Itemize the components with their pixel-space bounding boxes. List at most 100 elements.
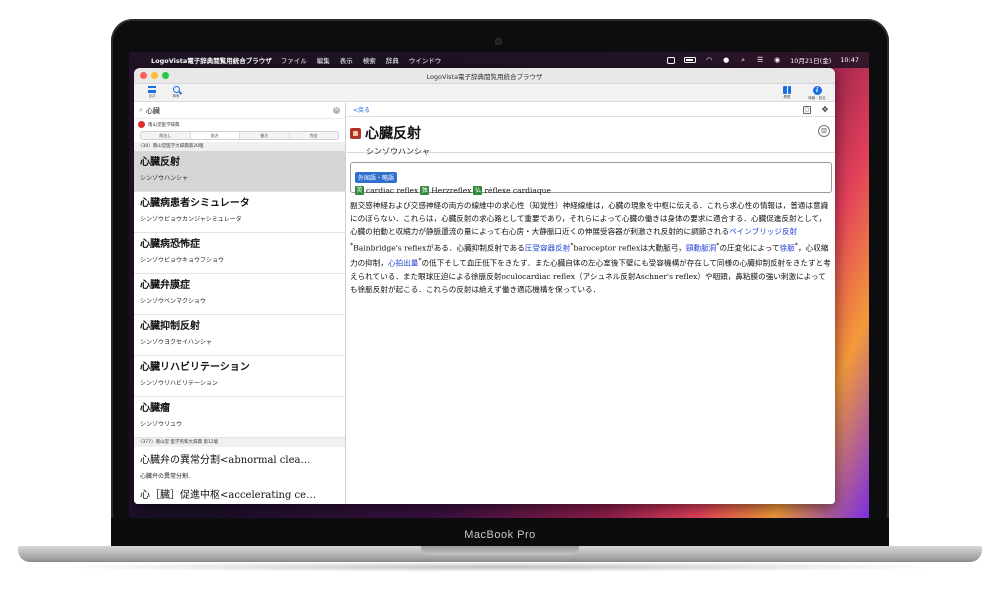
menu-window[interactable]: ウインドウ <box>409 55 442 65</box>
result-reading: シンゾウビョウキョウフショウ <box>140 257 225 264</box>
app-status-icon[interactable] <box>667 56 676 64</box>
result-reading: シンゾウリハビリテーション <box>140 380 218 387</box>
list-icon <box>148 86 156 93</box>
definition-latin: baroceptor reflex <box>573 243 641 253</box>
definition-text: は大動脈弓， <box>640 243 686 253</box>
link-baroreceptor-reflex[interactable]: 圧受容器反射 <box>525 243 571 252</box>
match-mode-tabs: 前出し 前方 後方 完全 <box>140 131 339 140</box>
tab-prefix[interactable]: 前出し <box>141 132 191 139</box>
list-item[interactable]: 心臓反射 シンゾウハンシャ <box>134 151 345 192</box>
menubar-time[interactable]: 10:47 <box>840 56 859 64</box>
bookmark-icon[interactable]: ▢ <box>803 105 811 114</box>
definition-text: がある．心臓抑制反射である <box>426 243 525 253</box>
siri-icon[interactable]: ◉ <box>773 56 781 64</box>
search-field-icon: ⌕ <box>139 106 143 114</box>
definition-latin: Aschner's reflex <box>635 272 698 282</box>
link-bainbridge-reflex[interactable]: ベインブリッジ反射 <box>729 227 797 236</box>
user-icon[interactable]: ● <box>722 56 730 64</box>
definition-text: の圧変化によって <box>719 243 780 253</box>
foreign-term-german: Herzreflex <box>431 186 472 195</box>
menu-app-name[interactable]: LogoVista電子辞典閲覧用統合ブラウザ <box>151 55 272 65</box>
tab-exact[interactable]: 完全 <box>290 132 339 139</box>
laptop-shadow <box>40 562 960 572</box>
entry-header: 心臓反射 シンゾウハンシャ ▥ <box>347 117 835 156</box>
search-input[interactable] <box>145 106 333 115</box>
wifi-icon[interactable]: ◠ <box>705 56 713 64</box>
dictionary-icon <box>138 121 145 128</box>
french-badge-icon: 仏 <box>473 186 483 195</box>
foreign-term-french: réflexe cardiaque <box>484 186 551 195</box>
result-title: 心［臓］促進中枢<accelerating ce… <box>140 490 317 501</box>
result-title: 心臓弁膜症 <box>140 280 190 291</box>
foreign-term-english: cardiac reflex <box>366 186 419 195</box>
menubar-date[interactable]: 10月21日(金) <box>790 55 831 65</box>
foreign-terms-tag: 外国語・略語 <box>355 172 398 183</box>
app-window: LogoVista電子辞典閲覧用統合ブラウザ 目次 検索 履歴 i 情報・設定 <box>134 68 835 504</box>
camera <box>495 38 502 45</box>
menu-dictionary[interactable]: 辞典 <box>386 55 399 65</box>
menu-view[interactable]: 表示 <box>340 55 353 65</box>
contents-button[interactable]: 目次 <box>140 86 164 99</box>
list-item-snippet: 心臓弁の異常分割. <box>134 469 345 482</box>
screen: LogoVista電子辞典閲覧用統合ブラウザ ファイル 編集 表示 検索 辞典 … <box>129 52 869 518</box>
window-title: LogoVista電子辞典閲覧用統合ブラウザ <box>426 72 543 81</box>
list-item[interactable]: 心［臓］促進中枢<accelerating ce… <box>134 482 345 502</box>
title-bar: LogoVista電子辞典閲覧用統合ブラウザ <box>134 68 835 84</box>
clear-search-icon[interactable]: ✕ <box>333 107 340 114</box>
foreign-terms-box: 外国語・略語 英 cardiac reflex 独 Herzreflex 仏 r… <box>350 162 832 195</box>
result-reading: シンゾウハンシャ <box>140 175 189 182</box>
list-item[interactable]: 心臓病恐怖症 シンゾウビョウキョウフショウ <box>134 233 345 274</box>
results-pane: ⌕ ✕ 南山堂医学辞典 前出し 前方 後方 完全 〈30〉南山堂医学大辞典第20… <box>134 103 346 504</box>
list-item[interactable]: 心臓瘤 シンゾウリュウ <box>134 397 345 438</box>
result-reading: シンゾウリュウ <box>140 421 183 428</box>
info-settings-button[interactable]: i 情報・設定 <box>805 86 829 101</box>
link-cardiac-output[interactable]: 心拍出量 <box>388 259 418 268</box>
definition-text: （アシュネル反射 <box>575 272 636 282</box>
result-title: 心臓抑制反射 <box>140 321 200 332</box>
control-center-icon[interactable]: ☰ <box>756 56 764 64</box>
results-section-header: 〈30〉南山堂医学大辞典第20版 <box>134 142 345 151</box>
search-button[interactable]: 検索 <box>164 86 188 99</box>
result-title: 心臓リハビリテーション <box>140 362 250 373</box>
list-item[interactable]: 心臓抑制反射 シンゾウヨクセイハンシャ <box>134 315 345 356</box>
result-title: 心臓病患者シミュレータ <box>140 198 250 209</box>
menu-search[interactable]: 検索 <box>363 55 376 65</box>
entry-nav-bar: <戻る ▢ ✥ <box>347 103 835 117</box>
list-item[interactable]: 心臓病患者シミュレータ シンゾウビョウカンジャシミュレータ <box>134 192 345 233</box>
search-spotlight-icon[interactable]: ⌕ <box>739 56 747 64</box>
menu-edit[interactable]: 編集 <box>317 55 330 65</box>
contents-label: 目次 <box>148 94 156 98</box>
dictionary-name: 南山堂医学辞典 <box>148 122 180 128</box>
entry-reading: シンゾウハンシャ <box>366 147 430 156</box>
books-icon <box>783 86 791 94</box>
search-bar: ⌕ ✕ <box>134 103 345 119</box>
laptop-notch <box>421 546 579 555</box>
tab-forward[interactable]: 前方 <box>190 132 240 139</box>
expand-icon[interactable]: ✥ <box>821 105 829 114</box>
tab-backward[interactable]: 後方 <box>240 132 290 139</box>
dictionary-selector[interactable]: 南山堂医学辞典 <box>134 119 345 130</box>
battery-icon[interactable] <box>684 57 697 63</box>
definition-latin: oculocardiac reflex <box>501 272 575 282</box>
results-section-header: 〈377〉南山堂 医学英和大辞典 第12版 <box>134 438 345 447</box>
list-item[interactable]: 心臓弁膜症 シンゾウベンマクショウ <box>134 274 345 315</box>
open-book-icon[interactable]: ▥ <box>818 125 830 137</box>
result-title: 心臓病恐怖症 <box>140 239 200 250</box>
entry-pane: <戻る ▢ ✥ 心臓反射 シンゾウハンシャ ▥ 外国語・略語 英 cardiac <box>347 103 835 504</box>
result-reading: シンゾウベンマクショウ <box>140 298 207 305</box>
menu-bar: LogoVista電子辞典閲覧用統合ブラウザ ファイル 編集 表示 検索 辞典 … <box>129 52 869 68</box>
list-item[interactable]: 心臓弁の異常分割<abnormal clea… <box>134 447 345 469</box>
result-reading: シンゾウビョウカンジャシミュレータ <box>140 216 242 223</box>
dictionary-book-icon <box>350 127 361 139</box>
history-button[interactable]: 履歴 <box>775 86 799 101</box>
result-title: 心臓瘤 <box>140 403 170 414</box>
menu-file[interactable]: ファイル <box>281 55 307 65</box>
info-settings-label: 情報・設定 <box>808 96 826 100</box>
list-item[interactable]: 心臓リハビリテーション シンゾウリハビリテーション <box>134 356 345 397</box>
result-title: 心臓反射 <box>140 157 180 168</box>
result-reading: シンゾウヨクセイハンシャ <box>140 339 212 346</box>
link-carotid-sinus[interactable]: 頸動脈洞 <box>686 243 716 252</box>
back-button[interactable]: <戻る <box>353 105 370 114</box>
search-icon <box>172 86 180 93</box>
link-bradycardia[interactable]: 徐脈 <box>780 243 795 252</box>
